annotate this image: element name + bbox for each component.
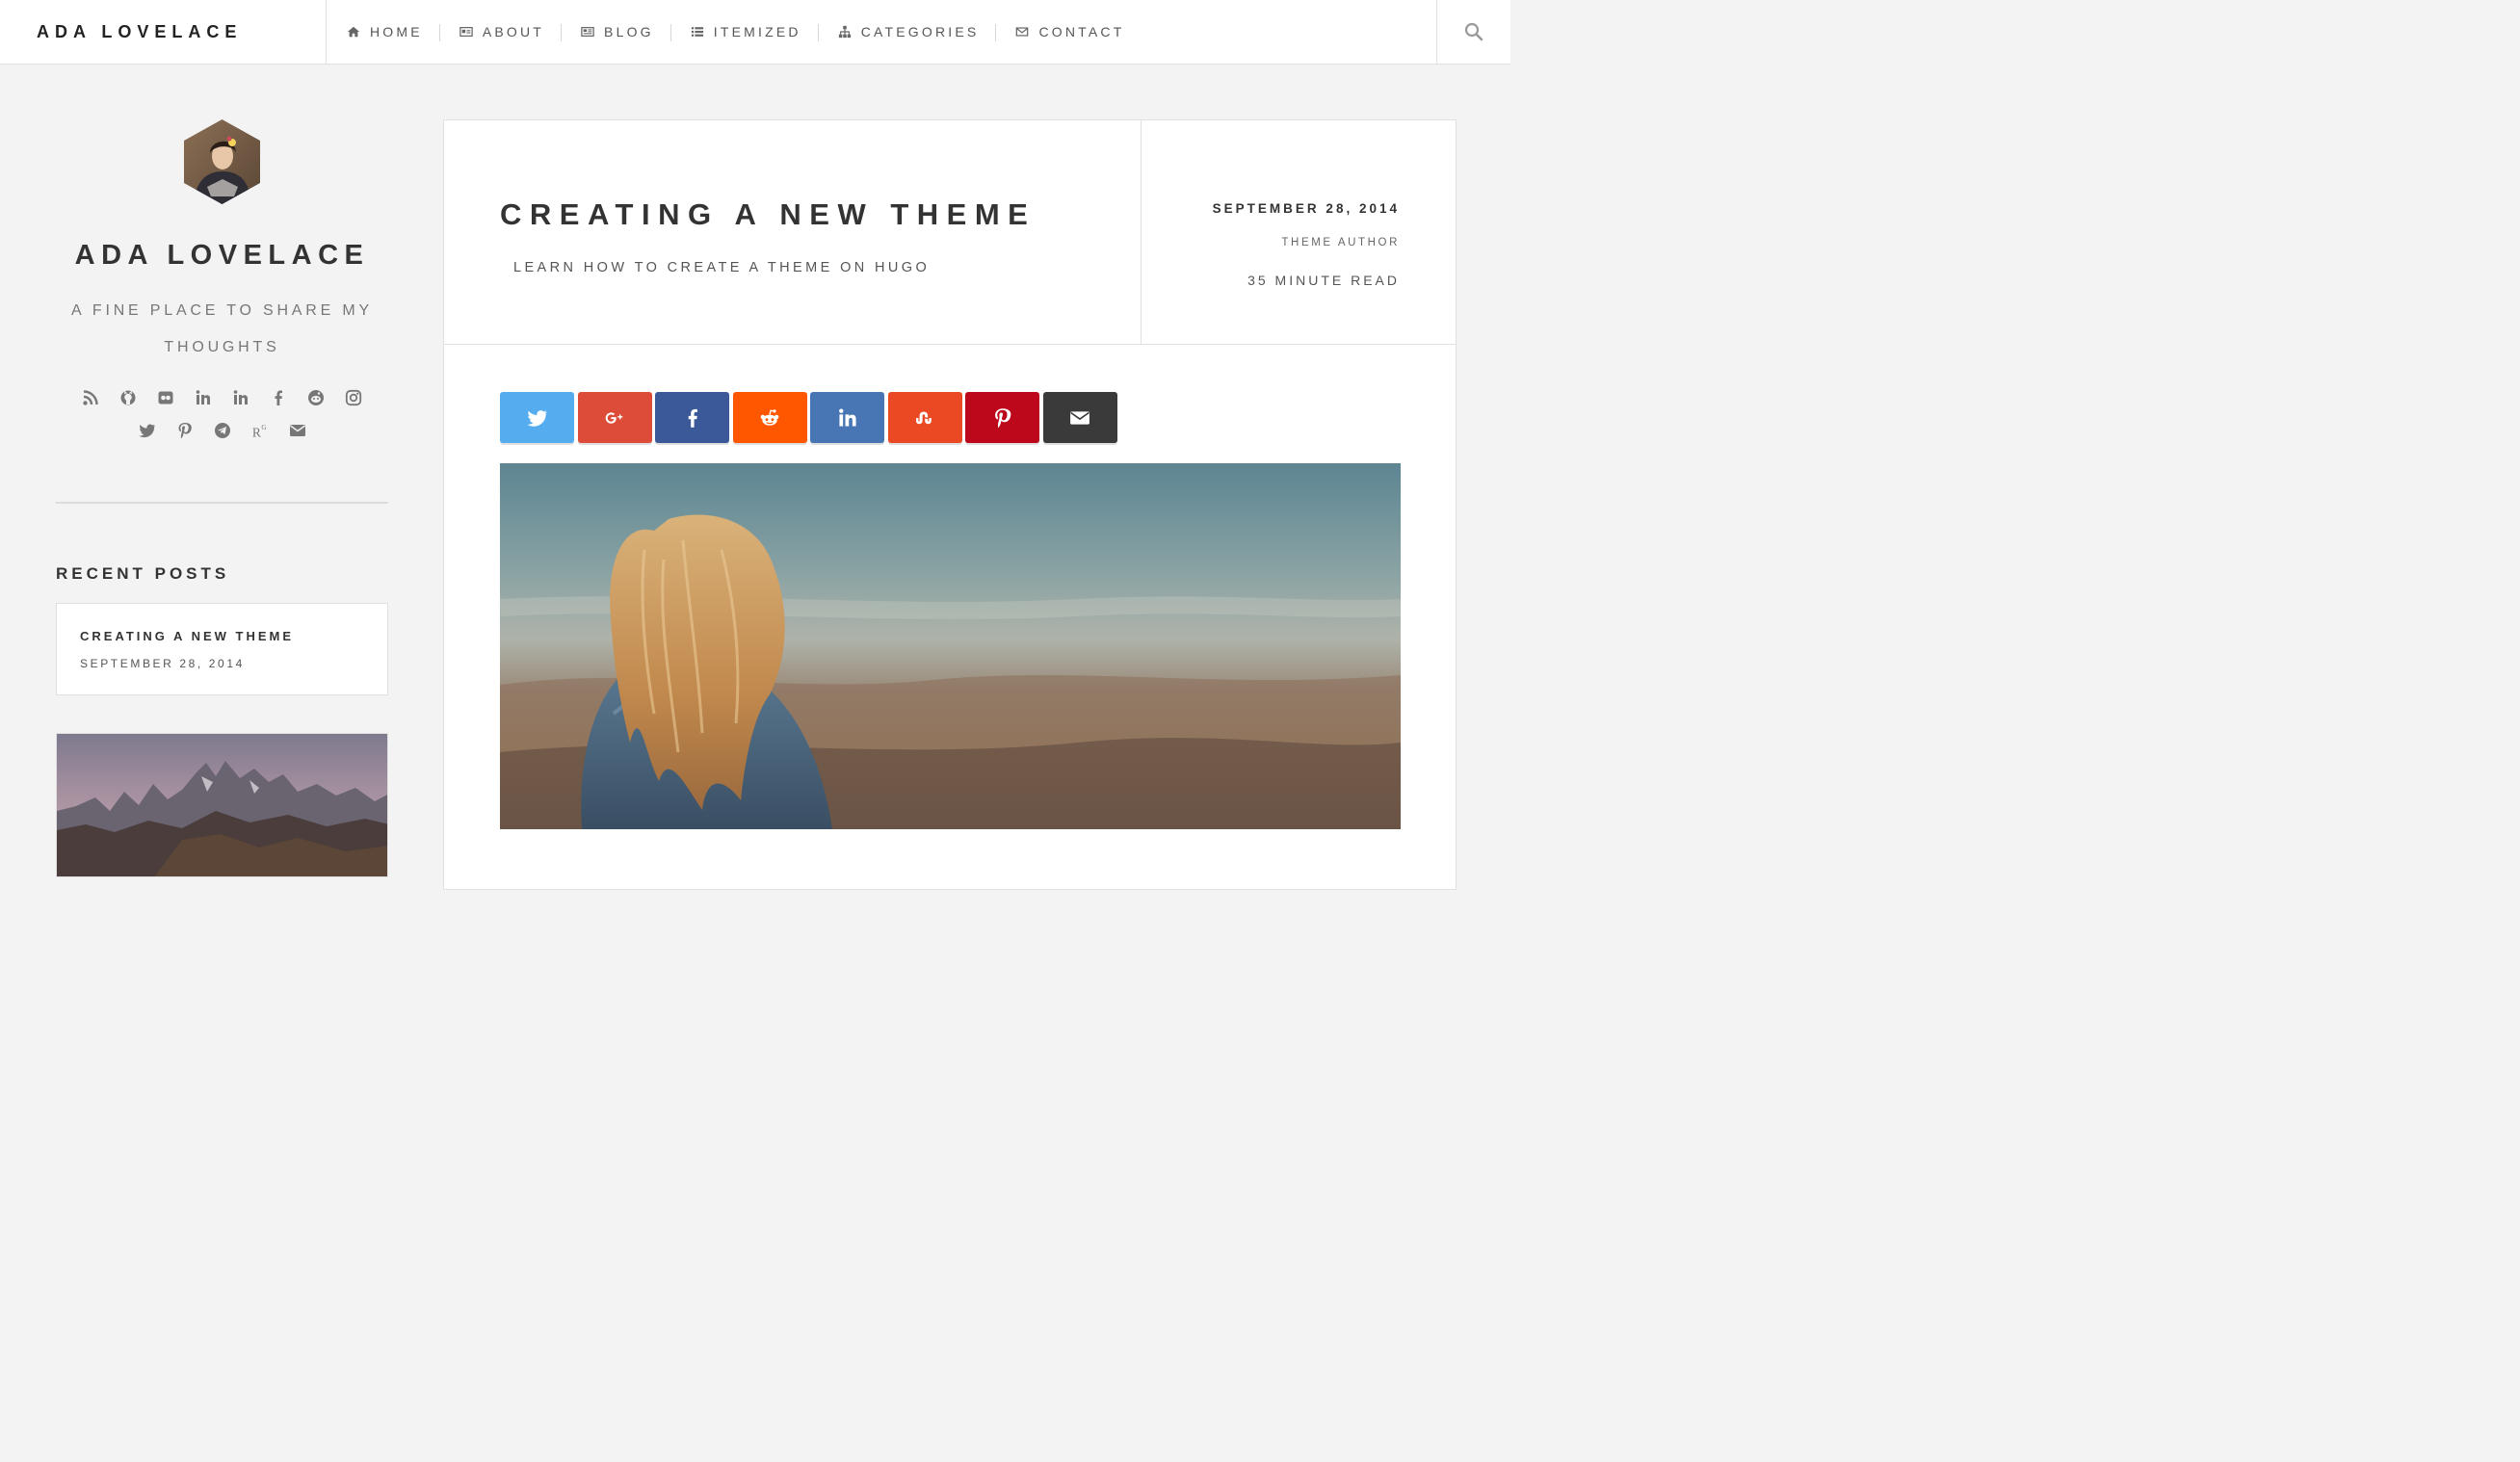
nav-label: BLOG bbox=[604, 24, 654, 39]
share-email-button[interactable] bbox=[1042, 392, 1117, 443]
share-stumbleupon-button[interactable] bbox=[887, 392, 962, 443]
recent-post-date: SEPTEMBER 28, 2014 bbox=[80, 657, 245, 670]
share-linkedin-button[interactable] bbox=[810, 392, 884, 443]
svg-text:R: R bbox=[251, 425, 260, 439]
recent-post-thumbnail[interactable] bbox=[56, 733, 388, 877]
nav-item-home[interactable]: HOME bbox=[328, 0, 440, 64]
facebook-icon[interactable] bbox=[269, 388, 288, 407]
post-subtitle: LEARN HOW TO CREATE A THEME ON HUGO bbox=[513, 260, 931, 275]
email-icon bbox=[1070, 410, 1089, 425]
main-nav: HOME ABOUT BLOG ITEMIZED CATEGORIES CONT… bbox=[328, 0, 1142, 64]
post-author[interactable]: THEME AUTHOR bbox=[1281, 237, 1400, 248]
nav-label: CATEGORIES bbox=[860, 24, 980, 39]
pinterest-icon[interactable] bbox=[175, 421, 195, 440]
sidebar-divider bbox=[56, 502, 388, 504]
post-title: CREATING A NEW THEME bbox=[500, 197, 1037, 231]
nav-label: ITEMIZED bbox=[713, 24, 801, 39]
reddit-icon[interactable] bbox=[306, 388, 326, 407]
nav-item-contact[interactable]: CONTACT bbox=[996, 0, 1142, 64]
post-title-area: CREATING A NEW THEME LEARN HOW TO CREATE… bbox=[444, 120, 1142, 344]
home-icon bbox=[347, 26, 360, 38]
rss-icon[interactable] bbox=[81, 388, 100, 407]
top-navbar: ADA LOVELACE HOME ABOUT BLOG ITEMIZED CA… bbox=[0, 0, 1510, 65]
github-icon[interactable] bbox=[118, 388, 138, 407]
mountain-image bbox=[57, 734, 387, 876]
social-links-row-2: RG bbox=[56, 421, 388, 440]
site-tagline: A FINE PLACE TO SHARE MY THOUGHTS bbox=[71, 302, 373, 355]
avatar[interactable] bbox=[184, 119, 260, 204]
share-twitter-button[interactable] bbox=[500, 392, 574, 443]
stumbleupon-icon bbox=[916, 411, 932, 424]
facebook-icon bbox=[688, 408, 697, 428]
post-read-time: 35 MINUTE READ bbox=[1247, 273, 1400, 288]
share-reddit-button[interactable] bbox=[732, 392, 807, 443]
nav-label: ABOUT bbox=[482, 24, 545, 39]
email-icon[interactable] bbox=[288, 421, 307, 440]
share-buttons bbox=[500, 392, 1120, 443]
id-card-icon bbox=[459, 27, 473, 37]
brand-logo[interactable]: ADA LOVELACE bbox=[0, 0, 327, 64]
brand-title[interactable]: ADA LOVELACE bbox=[37, 22, 242, 42]
post-hero-image bbox=[500, 463, 1401, 829]
nav-label: CONTACT bbox=[1038, 24, 1125, 39]
sitemap-icon bbox=[838, 25, 851, 39]
linkedin-icon bbox=[838, 407, 856, 427]
share-pinterest-button[interactable] bbox=[965, 392, 1039, 443]
svg-text:G: G bbox=[261, 424, 266, 431]
newspaper-icon bbox=[581, 27, 594, 37]
twitter-icon bbox=[526, 409, 547, 427]
recent-post-card[interactable]: CREATING A NEW THEME SEPTEMBER 28, 2014 bbox=[56, 603, 388, 695]
post-header: CREATING A NEW THEME LEARN HOW TO CREATE… bbox=[444, 120, 1456, 345]
linkedin-icon[interactable] bbox=[194, 388, 213, 407]
search-icon bbox=[1464, 22, 1483, 41]
nav-label: HOME bbox=[370, 24, 423, 39]
envelope-icon bbox=[1016, 27, 1029, 37]
share-google-plus-button[interactable] bbox=[577, 392, 652, 443]
post-meta: SEPTEMBER 28, 2014 THEME AUTHOR 35 MINUT… bbox=[1142, 120, 1456, 344]
post-card: CREATING A NEW THEME LEARN HOW TO CREATE… bbox=[443, 119, 1457, 890]
reddit-icon bbox=[760, 408, 779, 426]
recent-post-title[interactable]: CREATING A NEW THEME bbox=[80, 629, 364, 643]
share-facebook-button[interactable] bbox=[655, 392, 729, 443]
nav-item-itemized[interactable]: ITEMIZED bbox=[671, 0, 819, 64]
telegram-icon[interactable] bbox=[213, 421, 232, 440]
social-links-row-1 bbox=[56, 388, 388, 407]
list-icon bbox=[691, 27, 703, 37]
hero-photo bbox=[500, 463, 1401, 829]
nav-item-blog[interactable]: BLOG bbox=[562, 0, 671, 64]
pinterest-icon bbox=[994, 407, 1011, 428]
recent-posts-heading: RECENT POSTS bbox=[56, 564, 230, 583]
researchgate-icon[interactable]: RG bbox=[250, 421, 270, 440]
google-plus-icon bbox=[605, 411, 623, 424]
nav-item-about[interactable]: ABOUT bbox=[440, 0, 563, 64]
twitter-icon[interactable] bbox=[138, 421, 157, 440]
instagram-icon[interactable] bbox=[344, 388, 363, 407]
search-button[interactable] bbox=[1436, 0, 1510, 64]
flickr-icon[interactable] bbox=[156, 388, 175, 407]
linkedin-icon[interactable] bbox=[231, 388, 250, 407]
post-date: SEPTEMBER 28, 2014 bbox=[1212, 201, 1400, 216]
nav-item-categories[interactable]: CATEGORIES bbox=[819, 0, 997, 64]
site-title: ADA LOVELACE bbox=[74, 240, 370, 271]
